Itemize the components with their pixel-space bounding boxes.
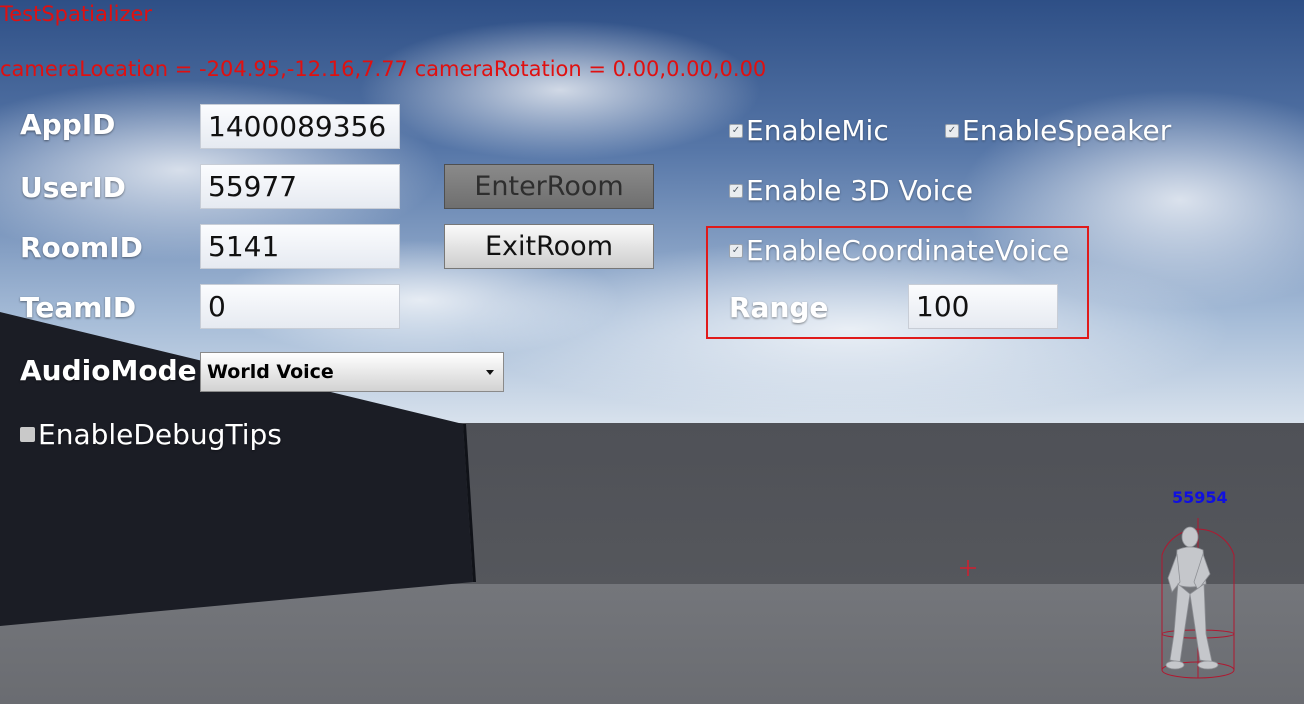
enable-coordinate-voice-checkbox[interactable]: ✓ EnableCoordinateVoice	[729, 234, 1069, 267]
appid-input[interactable]	[200, 104, 400, 149]
exit-room-button[interactable]: ExitRoom	[444, 224, 654, 269]
chevron-down-icon	[486, 370, 494, 375]
player-id-tag: 55954	[1172, 488, 1228, 507]
appid-label: AppID	[20, 108, 116, 141]
roomid-input[interactable]	[200, 224, 400, 269]
game-viewport	[0, 0, 1304, 704]
audiomode-dropdown[interactable]: World Voice	[200, 352, 504, 392]
enable-debug-tips-label: EnableDebugTips	[38, 418, 282, 451]
remote-player-character	[1161, 518, 1235, 679]
enable-coordinate-voice-label: EnableCoordinateVoice	[746, 234, 1070, 267]
userid-label: UserID	[20, 171, 126, 204]
audiomode-selected-value: World Voice	[207, 361, 334, 383]
enable-mic-label: EnableMic	[746, 114, 889, 147]
checkbox-checked-icon: ✓	[729, 183, 743, 198]
teamid-label: TeamID	[20, 291, 137, 324]
camera-info: cameraLocation = -204.95,-12.16,7.77 cam…	[0, 57, 767, 81]
checkbox-checked-icon: ✓	[729, 123, 743, 138]
enable-speaker-checkbox[interactable]: ✓ EnableSpeaker	[945, 114, 1171, 147]
enable-3d-voice-checkbox[interactable]: ✓ Enable 3D Voice	[729, 174, 973, 207]
enable-debug-tips-checkbox[interactable]: ✓ EnableDebugTips	[20, 418, 282, 451]
userid-input[interactable]	[200, 164, 400, 209]
enter-room-button[interactable]: EnterRoom	[444, 164, 654, 209]
checkbox-checked-icon: ✓	[729, 243, 743, 258]
enable-speaker-label: EnableSpeaker	[962, 114, 1172, 147]
range-input[interactable]	[908, 284, 1058, 329]
app-title: TestSpatializer	[0, 2, 153, 26]
range-label: Range	[729, 291, 829, 324]
enable-mic-checkbox[interactable]: ✓ EnableMic	[729, 114, 889, 147]
enable-3d-voice-label: Enable 3D Voice	[746, 174, 974, 207]
teamid-input[interactable]	[200, 284, 400, 329]
checkbox-unchecked-icon: ✓	[20, 427, 35, 442]
audiomode-label: AudioMode	[20, 354, 197, 387]
checkbox-checked-icon: ✓	[945, 123, 959, 138]
roomid-label: RoomID	[20, 231, 143, 264]
